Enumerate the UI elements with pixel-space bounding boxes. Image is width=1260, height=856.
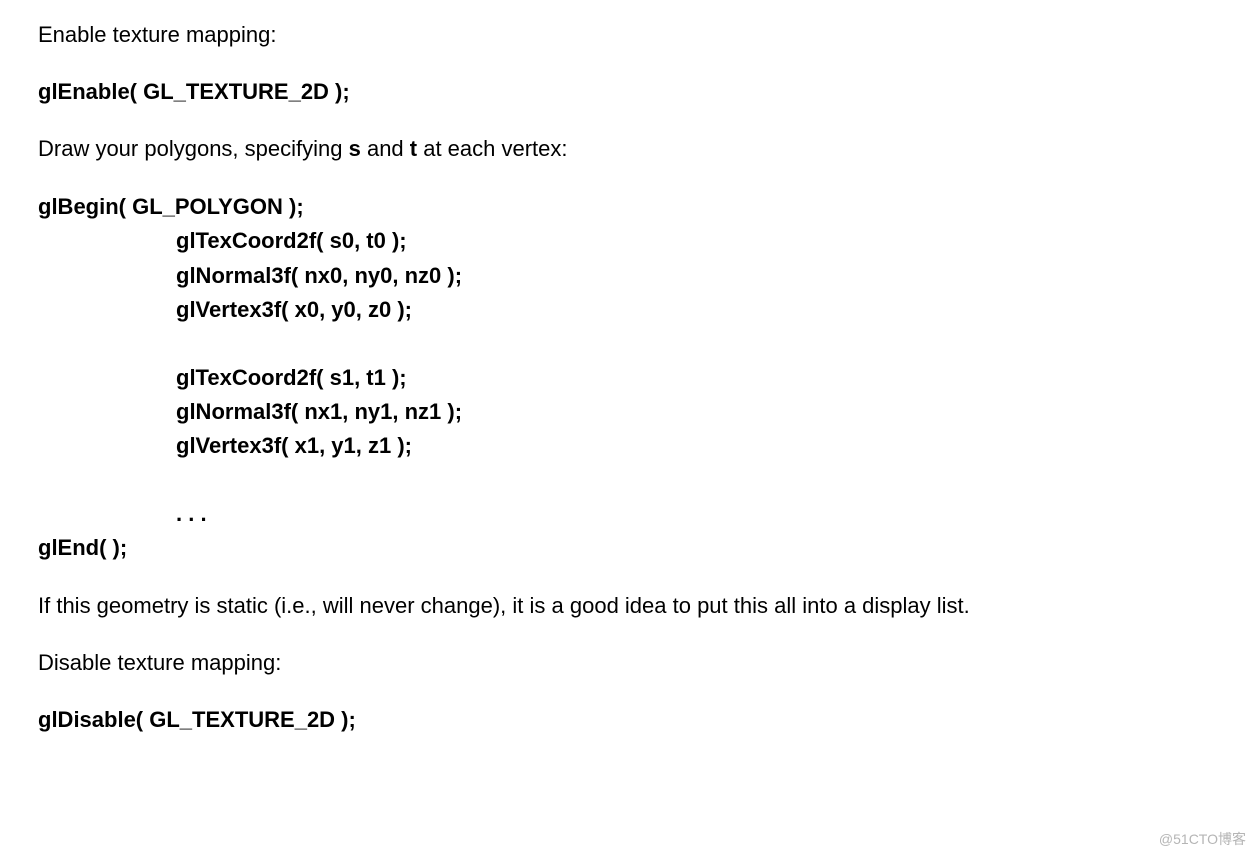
code-texcoord1: glTexCoord2f( s1, t1 ); <box>38 361 1222 395</box>
code-texcoord0: glTexCoord2f( s0, t0 ); <box>38 224 1222 258</box>
code-normal1: glNormal3f( nx1, ny1, nz1 ); <box>38 395 1222 429</box>
code-begin: glBegin( GL_POLYGON ); <box>38 190 1222 224</box>
code-end: glEnd( ); <box>38 531 1222 565</box>
draw-polygons-text: Draw your polygons, specifying s and t a… <box>38 134 1222 165</box>
code-vertex0: glVertex3f( x0, y0, z0 ); <box>38 293 1222 327</box>
draw-polygons-prefix: Draw your polygons, specifying <box>38 136 349 161</box>
code-normal0: glNormal3f( nx0, ny0, nz0 ); <box>38 259 1222 293</box>
code-vertex1: glVertex3f( x1, y1, z1 ); <box>38 429 1222 463</box>
code-ellipsis: . . . <box>38 497 1222 531</box>
enable-texture-text: Enable texture mapping: <box>38 20 1222 51</box>
draw-polygons-suffix: at each vertex: <box>417 136 567 161</box>
code-blank2 <box>38 463 1222 497</box>
static-geometry-text: If this geometry is static (i.e., will n… <box>38 591 1222 622</box>
gl-enable-code: glEnable( GL_TEXTURE_2D ); <box>38 77 1222 108</box>
watermark: @51CTO博客 <box>1159 830 1246 850</box>
disable-texture-text: Disable texture mapping: <box>38 648 1222 679</box>
polygon-code-block: glBegin( GL_POLYGON ); glTexCoord2f( s0,… <box>38 190 1222 565</box>
code-blank1 <box>38 327 1222 361</box>
draw-polygons-mid: and <box>361 136 410 161</box>
draw-polygons-s: s <box>349 136 361 161</box>
draw-polygons-t: t <box>410 136 417 161</box>
gl-disable-code: glDisable( GL_TEXTURE_2D ); <box>38 705 1222 736</box>
document-content: Enable texture mapping: glEnable( GL_TEX… <box>38 20 1222 736</box>
